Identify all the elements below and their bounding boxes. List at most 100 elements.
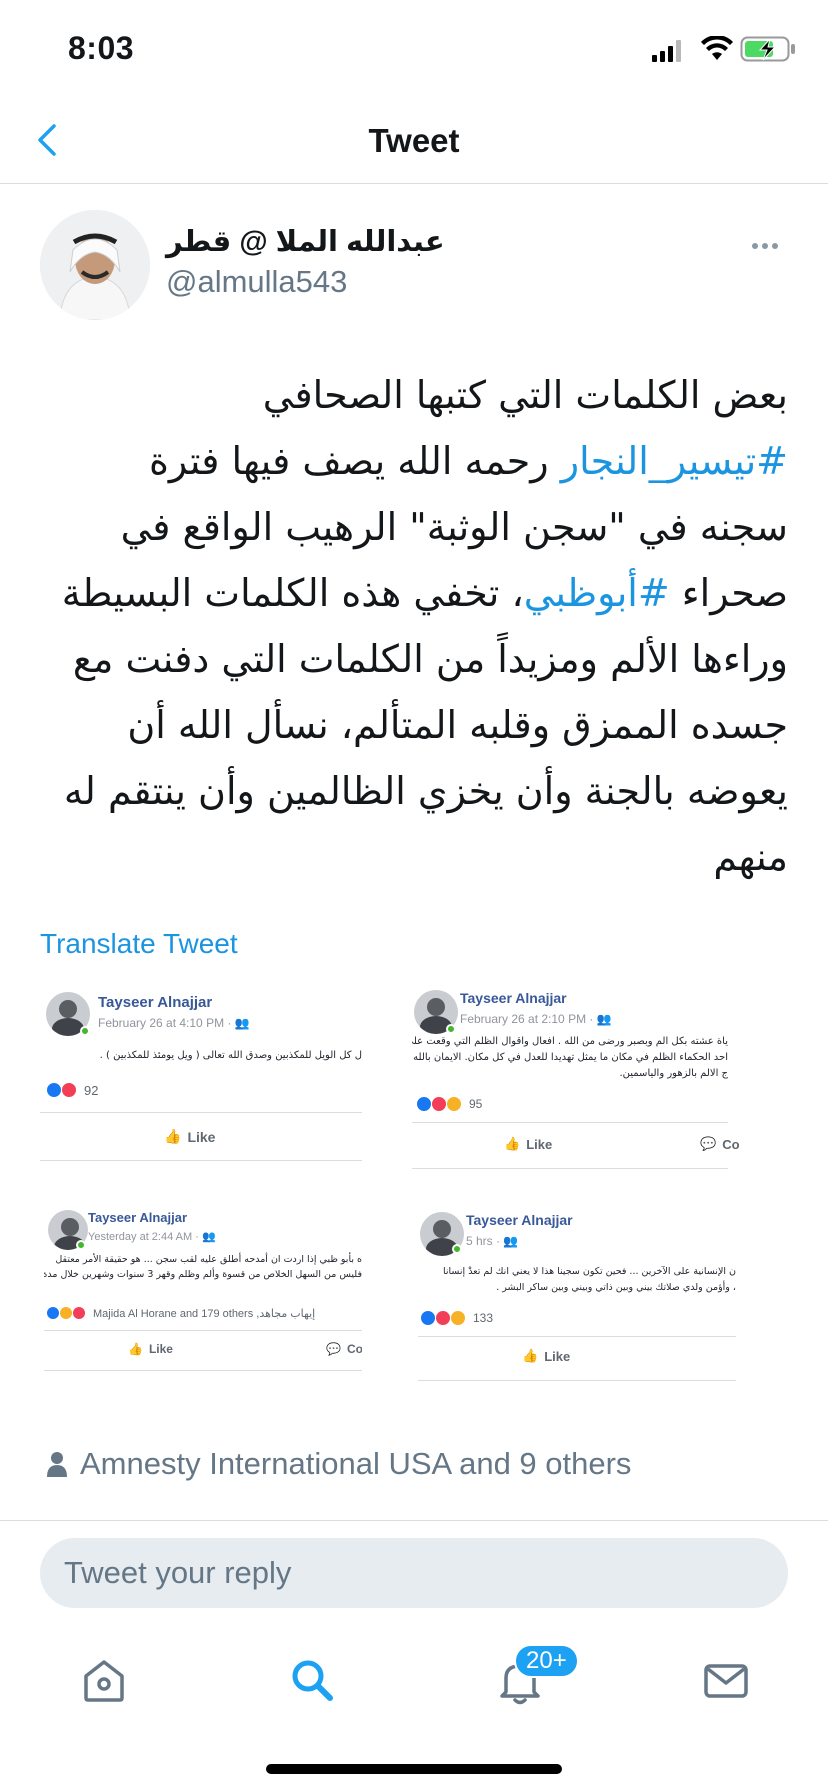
friends-icon: 👥 (234, 1016, 250, 1030)
battery-charging-icon (740, 36, 795, 62)
post-comment-button: 💬 Co (700, 1136, 740, 1152)
divider (44, 1330, 362, 1331)
reply-input[interactable] (40, 1538, 788, 1608)
post-date: February 26 at 2:10 PM · 👥 (460, 1012, 612, 1026)
reply-field[interactable] (40, 1538, 788, 1608)
notifications-badge: 20+ (514, 1644, 579, 1678)
love-reaction-icon (431, 1096, 447, 1112)
reaction-count: 133 (473, 1311, 494, 1325)
divider (418, 1380, 736, 1381)
author-handle[interactable]: @almulla543 (166, 264, 347, 300)
divider (0, 1520, 828, 1521)
wifi-icon (701, 36, 733, 60)
search-icon[interactable] (282, 1650, 342, 1710)
facebook-post-card: Tayseer Alnajjar 5 hrs · 👥 ن الإنسانية ع… (418, 1204, 788, 1384)
comment-icon: 💬 (700, 1136, 717, 1151)
divider (418, 1336, 736, 1337)
post-reactions: 95 (416, 1096, 482, 1112)
post-author-name: Tayseer Alnajjar (88, 1210, 187, 1225)
hashtag-link[interactable]: #أبوظبي (524, 571, 670, 615)
home-indicator[interactable] (266, 1764, 562, 1774)
post-like-button: 👍 Like (128, 1342, 173, 1356)
thumbs-up-icon: 👍 (504, 1136, 521, 1151)
post-body-line: ن الإنسانية على الآخرين ... فحين تكون سج… (442, 1266, 736, 1277)
tweet-text: بعض الكلمات التي كتبها الصحافي #تيسير_ال… (52, 362, 788, 890)
post-like-label: Like (544, 1348, 571, 1364)
like-reaction-icon (46, 1306, 60, 1320)
translate-tweet-link[interactable]: Translate Tweet (40, 928, 238, 960)
love-reaction-icon (61, 1082, 77, 1098)
more-options-icon[interactable] (752, 236, 788, 250)
post-reactions: 133 (420, 1310, 493, 1326)
thumbs-up-icon: 👍 (164, 1128, 182, 1144)
sad-reaction-icon (59, 1306, 73, 1320)
author-avatar[interactable] (40, 210, 150, 320)
post-body-line: احد الحكماء الظلم في مكان ما يمثل تهديدا… (412, 1052, 728, 1063)
post-date-text: 5 hrs · (466, 1234, 504, 1248)
like-reaction-icon (420, 1310, 436, 1326)
post-body-line: فليس من السهل الخلاص من قسوة وألم وظلم و… (44, 1269, 362, 1280)
status-time: 8:03 (68, 30, 135, 66)
post-comment-label: Co (346, 1342, 362, 1356)
post-date-text: February 26 at 4:10 PM · (98, 1016, 235, 1030)
online-indicator (76, 1240, 86, 1250)
tweet-text-part: بعض الكلمات التي كتبها الصحافي (262, 373, 788, 417)
hashtag-link[interactable]: #تيسير_النجار (561, 439, 788, 483)
post-body-line: ه بأبو ظبي إذا اردت ان أمدحه أطلق عليه ل… (55, 1254, 362, 1265)
online-indicator (80, 1026, 90, 1036)
post-comment-button: 💬 Co (326, 1342, 362, 1356)
reaction-count: 95 (469, 1097, 483, 1111)
post-body-line: ياة عشته بكل الم وبصبر ورضى من الله . اف… (412, 1036, 728, 1047)
tweet-text-part: ، تخفي هذه الكلمات البسيطة وراءها الألم … (61, 571, 788, 879)
like-reaction-icon (46, 1082, 62, 1098)
post-body-line: ج الالم بالزهور والياسمين. (619, 1068, 728, 1079)
friends-icon: 👥 (201, 1231, 216, 1243)
divider (40, 1160, 362, 1161)
comment-icon: 💬 (326, 1342, 341, 1356)
post-body: ه بأبو ظبي إذا اردت ان أمدحه أطلق عليه ل… (44, 1252, 362, 1282)
post-body: ياة عشته بكل الم وبصبر ورضى من الله . اف… (412, 1034, 728, 1082)
sad-reaction-icon (446, 1096, 462, 1112)
status-bar: 8:03 (0, 0, 828, 100)
love-reaction-icon (435, 1310, 451, 1326)
post-comment-label: Co (722, 1136, 740, 1152)
tab-bar (0, 1630, 828, 1740)
avatar-image (40, 210, 150, 320)
post-author-name: Tayseer Alnajjar (98, 994, 213, 1011)
post-like-button: 👍 Like (164, 1128, 215, 1145)
post-body-line: ل كل الويل للمكذبين وصدق الله تعالى ( وي… (99, 1050, 362, 1061)
friends-icon: 👥 (503, 1234, 519, 1248)
post-reactions: 92 (46, 1082, 98, 1098)
facebook-post-card: Tayseer Alnajjar Yesterday at 2:44 AM · … (44, 1204, 362, 1384)
page-title: Tweet (368, 122, 460, 159)
reaction-count: Majida Al Horane and 179 others ,إيهاب م… (93, 1307, 316, 1320)
divider (412, 1168, 728, 1169)
facebook-post-card: Tayseer Alnajjar February 26 at 2:10 PM … (412, 982, 788, 1172)
post-date: February 26 at 4:10 PM · 👥 (98, 1016, 250, 1030)
post-like-label: Like (526, 1136, 553, 1152)
post-author-name: Tayseer Alnajjar (466, 1212, 573, 1228)
post-author-name: Tayseer Alnajjar (460, 990, 567, 1006)
post-like-button: 👍 Like (522, 1348, 570, 1364)
online-indicator (446, 1024, 456, 1034)
tweet-media-image[interactable]: Tayseer Alnajjar February 26 at 4:10 PM … (40, 982, 788, 1406)
liked-by-text: Amnesty International USA and 9 others (80, 1446, 632, 1481)
messages-envelope-icon[interactable] (696, 1650, 756, 1710)
sad-reaction-icon (450, 1310, 466, 1326)
navigation-bar: Tweet (0, 100, 828, 184)
liked-by-line[interactable]: Amnesty International USA and 9 others (46, 1446, 631, 1482)
post-like-button: 👍 Like (504, 1136, 552, 1152)
divider (40, 1112, 362, 1113)
post-like-label: Like (148, 1342, 173, 1356)
facebook-post-card: Tayseer Alnajjar February 26 at 4:10 PM … (40, 982, 362, 1162)
post-date: 5 hrs · 👥 (466, 1234, 518, 1248)
home-icon[interactable] (74, 1650, 134, 1710)
like-reaction-icon (416, 1096, 432, 1112)
author-name[interactable]: عبدالله الملا @ قطر (166, 224, 445, 259)
post-body: ل كل الويل للمكذبين وصدق الله تعالى ( وي… (42, 1048, 362, 1064)
thumbs-up-icon: 👍 (522, 1348, 539, 1363)
post-like-label: Like (187, 1128, 216, 1145)
post-body: ن الإنسانية على الآخرين ... فحين تكون سج… (418, 1264, 736, 1296)
person-icon (47, 1452, 67, 1477)
divider (412, 1122, 728, 1123)
